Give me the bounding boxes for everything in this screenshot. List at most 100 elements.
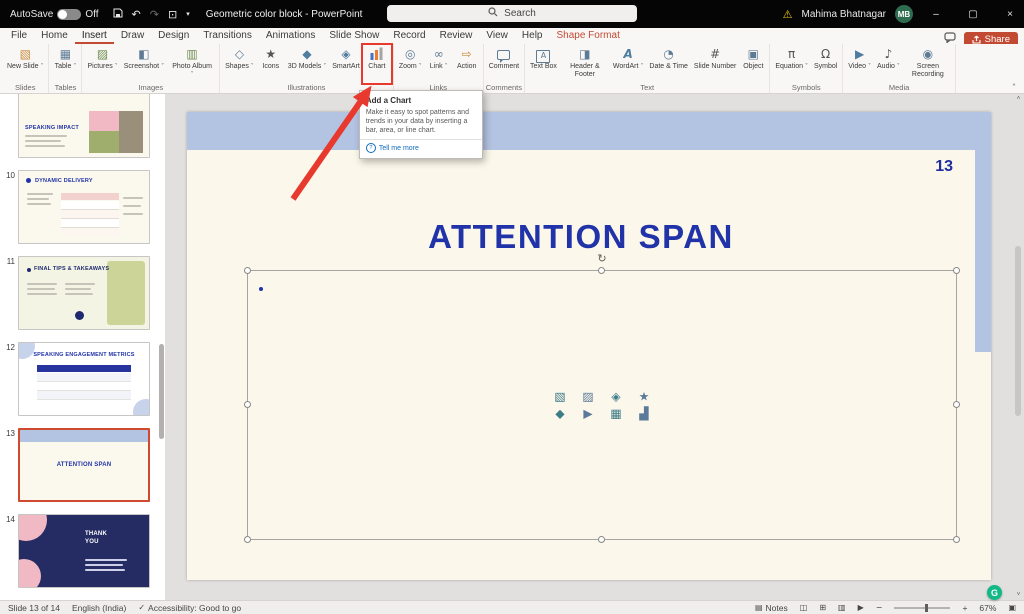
tab-insert[interactable]: Insert (75, 29, 114, 44)
tab-file[interactable]: File (4, 29, 34, 44)
rotate-handle-icon[interactable]: ↻ (597, 252, 606, 265)
resize-handle-left[interactable] (244, 401, 251, 408)
link-button[interactable]: ∞ Link ˅ (425, 44, 453, 82)
zoom-percent[interactable]: 67% (979, 603, 996, 613)
resize-handle-bottom[interactable] (598, 536, 605, 543)
status-slide-info[interactable]: Slide 13 of 14 (8, 603, 60, 613)
user-name[interactable]: Mahima Bhatnagar (802, 9, 887, 20)
audio-button[interactable]: ♪ Audio ˅ (874, 44, 903, 82)
zoom-button[interactable]: ◎ Zoom ˅ (396, 44, 425, 82)
zoom-slider-handle[interactable] (925, 604, 928, 612)
symbol-button[interactable]: Ω Symbol (811, 44, 840, 82)
screenshot-button[interactable]: ◧ Screenshot ˅ (121, 44, 167, 82)
tell-me-more-link[interactable]: Tell me more (379, 145, 419, 152)
qat-customize-caret-icon[interactable]: ▾ (186, 10, 190, 18)
grammarly-icon[interactable]: G (987, 585, 1002, 600)
tab-home[interactable]: Home (34, 29, 75, 44)
zoom-in-button[interactable]: + (962, 603, 967, 613)
normal-view-button[interactable]: ◫ (800, 603, 808, 612)
stock-image-icon[interactable]: ▧ (554, 390, 565, 404)
save-button[interactable] (113, 8, 123, 21)
minimize-button[interactable]: – (922, 0, 950, 28)
zoom-slider[interactable] (894, 607, 950, 609)
action-button[interactable]: ⇨ Action (453, 44, 481, 82)
scrollbar-thumb[interactable] (1015, 246, 1021, 416)
table-icon[interactable]: ▦ (610, 407, 621, 421)
chart-button[interactable]: Chart Add a Chart Make it easy to spot p… (363, 44, 391, 82)
three-d-models-button[interactable]: ◆ 3D Models ˅ (285, 44, 329, 82)
resize-handle-bottom-left[interactable] (244, 536, 251, 543)
chart-icon[interactable]: ▟ (639, 407, 648, 421)
autosave-switch-icon[interactable] (57, 9, 81, 20)
maximize-button[interactable]: ▢ (959, 0, 987, 28)
slide-thumbnail-14[interactable]: THANK YOU (18, 514, 150, 588)
autosave-toggle[interactable]: AutoSave Off (10, 9, 99, 20)
tab-record[interactable]: Record (386, 29, 432, 44)
tab-shape-format[interactable]: Shape Format (549, 29, 626, 44)
tab-draw[interactable]: Draw (114, 29, 151, 44)
photo-album-button[interactable]: ▥ Photo Album ˅ (167, 44, 217, 82)
table-button[interactable]: ▦ Table ˅ (51, 44, 79, 82)
reading-view-button[interactable]: ▥ (838, 603, 846, 612)
notification-icon[interactable]: ⚠ (783, 8, 793, 21)
slide-title[interactable]: ATTENTION SPAN (187, 218, 975, 256)
slide-thumbnail-10[interactable]: DYNAMIC DELIVERY (18, 170, 150, 244)
tab-review[interactable]: Review (433, 29, 480, 44)
tab-view[interactable]: View (479, 29, 515, 44)
object-button[interactable]: ▣ Object (739, 44, 767, 82)
collapse-ribbon-icon[interactable]: ˄ (1012, 83, 1016, 92)
scroll-down-icon[interactable]: ˅ (1014, 592, 1023, 598)
text-box-button[interactable]: A Text Box (527, 44, 560, 82)
thumbnail-scrollbar[interactable] (159, 344, 164, 439)
new-slide-button[interactable]: ▧ New Slide ˅ (4, 44, 46, 82)
scroll-up-icon[interactable]: ˄ (1014, 96, 1023, 102)
tab-animations[interactable]: Animations (259, 29, 322, 44)
close-button[interactable]: × (996, 0, 1024, 28)
icons-button[interactable]: ★ Icons (257, 44, 285, 82)
content-placeholder[interactable]: ↻ ▧ ▨ ◈ ★ ◆ ▶ ▦ ▟ (247, 270, 957, 540)
slide-number-button[interactable]: # Slide Number (691, 44, 739, 82)
vertical-scrollbar[interactable]: ˄ ˅ (1014, 96, 1023, 598)
resize-handle-top-right[interactable] (953, 267, 960, 274)
screen-recording-button[interactable]: ◉ Screen Recording (903, 44, 953, 82)
resize-handle-right[interactable] (953, 401, 960, 408)
three-d-model-icon[interactable]: ◆ (555, 407, 564, 421)
resize-handle-top-left[interactable] (244, 267, 251, 274)
icons-icon[interactable]: ★ (639, 390, 650, 404)
video-button[interactable]: ▶ Video ˅ (845, 44, 874, 82)
tab-slide-show[interactable]: Slide Show (322, 29, 386, 44)
video-icon[interactable]: ▶ (583, 407, 592, 421)
tab-help[interactable]: Help (515, 29, 550, 44)
tab-design[interactable]: Design (151, 29, 196, 44)
slide-sorter-view-button[interactable]: ⊞ (819, 603, 826, 612)
slide-thumbnail-13-selected[interactable]: ATTENTION SPAN (18, 428, 150, 502)
slide-thumbnail-11[interactable]: FINAL TIPS & TAKEAWAYS (18, 256, 150, 330)
pictures-icon[interactable]: ▨ (582, 390, 593, 404)
smartart-button[interactable]: ◈ SmartArt (329, 44, 363, 82)
redo-button[interactable]: ↷ (150, 8, 159, 21)
tab-transitions[interactable]: Transitions (196, 29, 259, 44)
start-presentation-button[interactable]: ⊡ (168, 8, 177, 21)
slide-thumbnail-12[interactable]: SPEAKING ENGAGEMENT METRICS (18, 342, 150, 416)
pictures-button[interactable]: ▨ Pictures ˅ (84, 44, 120, 82)
header-footer-button[interactable]: ◨ Header & Footer (560, 44, 610, 82)
undo-button[interactable]: ↶ (132, 8, 141, 21)
status-language[interactable]: English (India) (72, 603, 126, 613)
fit-slide-button[interactable]: ▣ (1008, 603, 1016, 612)
resize-handle-top[interactable] (598, 267, 605, 274)
slideshow-view-button[interactable]: ▶ (858, 603, 864, 612)
wordart-button[interactable]: A WordArt ˅ (610, 44, 647, 82)
date-time-button[interactable]: ◔ Date & Time (646, 44, 691, 82)
comment-button[interactable]: Comment (486, 44, 522, 82)
zoom-out-button[interactable]: − (876, 603, 883, 612)
notes-button[interactable]: ▤ Notes (755, 603, 788, 613)
smartart-icon[interactable]: ◈ (611, 390, 620, 404)
slide-13[interactable]: 13 ATTENTION SPAN ↻ ▧ ▨ ◈ ★ ◆ ▶ ▦ ▟ (187, 112, 991, 580)
avatar[interactable]: MB (895, 5, 913, 23)
resize-handle-bottom-right[interactable] (953, 536, 960, 543)
search-input[interactable]: Search (387, 5, 637, 22)
slide-thumbnail-9[interactable]: SPEAKING IMPACT (18, 94, 150, 158)
status-accessibility[interactable]: ✓ Accessibility: Good to go (138, 603, 241, 613)
shapes-button[interactable]: ◇ Shapes ˅ (222, 44, 257, 82)
equation-button[interactable]: π Equation ˅ (772, 44, 811, 82)
